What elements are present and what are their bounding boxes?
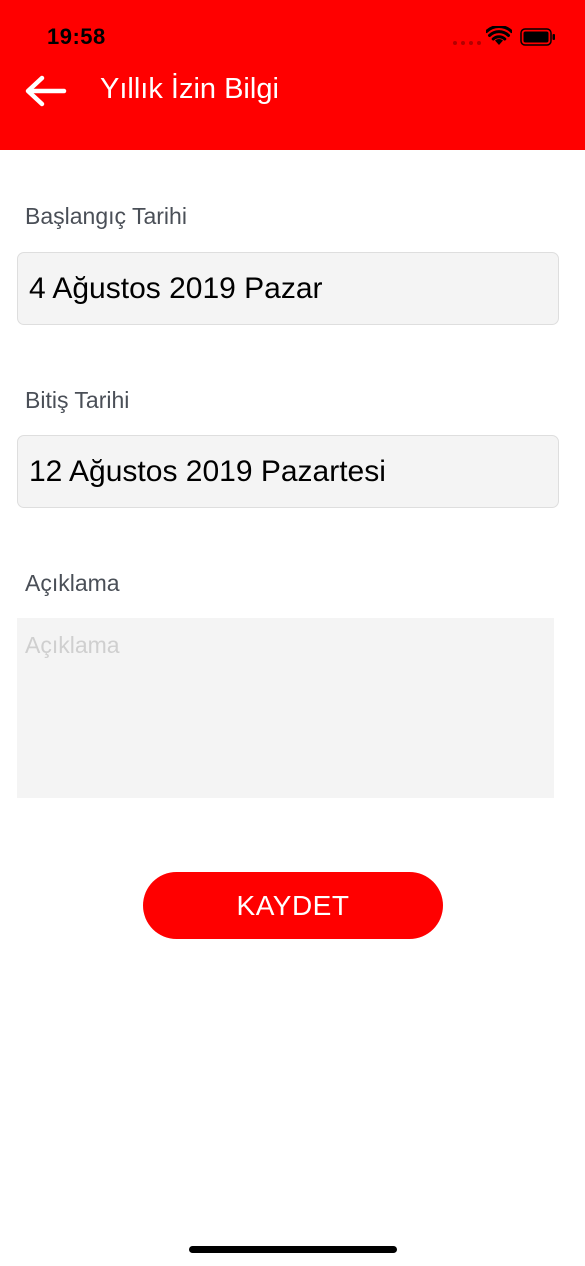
start-date-field[interactable]: 4 Ağustos 2019 Pazar <box>17 252 559 325</box>
status-time: 19:58 <box>47 24 106 49</box>
description-label: Açıklama <box>25 570 120 596</box>
start-date-label: Başlangıç Tarihi <box>25 203 187 229</box>
end-date-label: Bitiş Tarihi <box>25 387 130 413</box>
battery-icon <box>520 28 555 46</box>
arrow-left-icon <box>25 75 67 107</box>
app-header: 19:58 Yıllık İzin Bilgi <box>0 0 585 150</box>
page-title: Yıllık İzin Bilgi <box>100 73 279 105</box>
wifi-icon <box>486 26 512 45</box>
save-button[interactable]: KAYDET <box>143 872 443 939</box>
signal-dots-icon <box>453 41 481 47</box>
end-date-value: 12 Ağustos 2019 Pazartesi <box>29 455 386 488</box>
home-indicator <box>189 1246 397 1253</box>
back-button[interactable] <box>22 70 70 114</box>
end-date-field[interactable]: 12 Ağustos 2019 Pazartesi <box>17 435 559 508</box>
description-input[interactable] <box>17 618 554 798</box>
start-date-value: 4 Ağustos 2019 Pazar <box>29 272 323 305</box>
